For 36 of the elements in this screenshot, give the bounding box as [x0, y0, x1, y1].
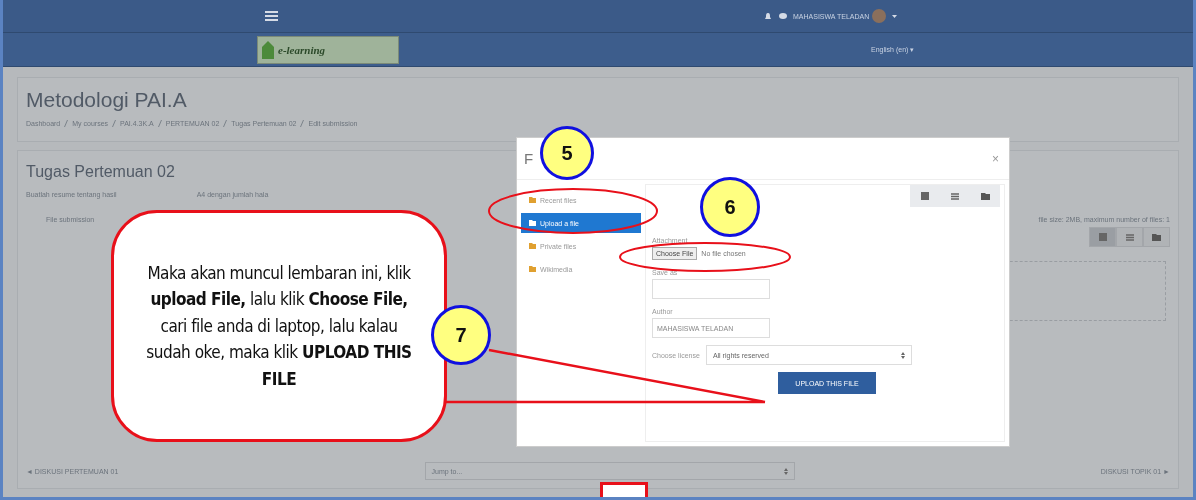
grid-icon [921, 192, 929, 200]
view-toggle-button[interactable] [910, 185, 940, 207]
close-button[interactable]: × [992, 151, 999, 166]
folder-icon [1152, 233, 1161, 241]
assignment-title: Tugas Pertemuan 02 [26, 163, 176, 181]
caret-icon [892, 14, 898, 18]
save-as-field[interactable] [652, 279, 770, 299]
slash-icon [64, 120, 69, 127]
view-toggle-button[interactable] [1089, 227, 1116, 247]
folder-icon [529, 220, 536, 226]
view-toggle-button[interactable] [970, 185, 1000, 207]
select-arrows-icon [900, 351, 905, 359]
menu-icon [265, 11, 278, 21]
folder-icon [980, 192, 990, 200]
emblem-icon [262, 40, 274, 59]
select-arrows-icon [783, 467, 788, 475]
slash-icon [300, 120, 305, 127]
view-toggle-button[interactable] [1116, 227, 1143, 247]
list-icon [951, 192, 959, 200]
logo-text: e-learning [278, 43, 326, 56]
slash-icon [112, 120, 117, 127]
course-title: Metodologi PAI.A [26, 88, 188, 112]
list-icon [1125, 233, 1134, 241]
slash-icon [223, 120, 228, 127]
callout-text: Maka akan muncul lembaran ini, klik upload File, lalu klik Choose File, cari file anda di laptop, lalu kalau sudah oke, maka klik UPLOAD THIS FILE [145, 262, 413, 391]
folder-icon [529, 243, 536, 249]
dialog-title: F [524, 150, 534, 167]
grid-icon [1098, 233, 1107, 241]
folder-icon [529, 197, 536, 203]
slash-icon [157, 120, 162, 127]
site-logo[interactable]: e-learning [257, 35, 399, 64]
folder-icon [529, 266, 536, 272]
chat-icon [779, 13, 787, 19]
bell-icon [765, 12, 771, 20]
avatar[interactable] [872, 9, 887, 23]
view-toggle-button[interactable] [1143, 227, 1170, 247]
